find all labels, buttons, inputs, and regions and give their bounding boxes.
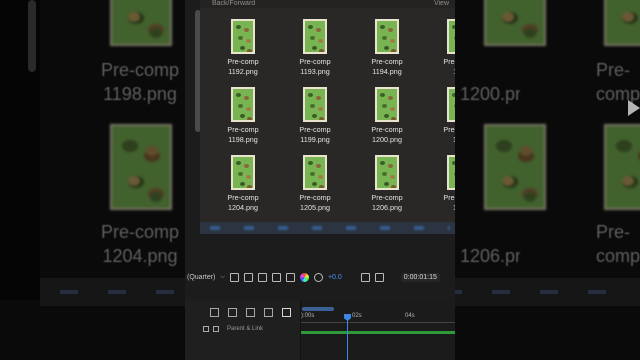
file-thumbnail: [303, 19, 327, 54]
background-scrollbar: [28, 0, 36, 72]
back-forward-label[interactable]: Back/Forward: [212, 0, 255, 8]
finder-header: Back/Forward View: [200, 0, 455, 8]
background-label: Pre-comp 1198.png: [100, 60, 180, 104]
chevron-down-icon[interactable]: ⌵: [220, 274, 225, 281]
file-name: Pre-comp 120: [443, 193, 455, 212]
file-name: Pre-comp 1193.png: [299, 57, 331, 76]
file-thumbnail: [375, 155, 399, 190]
file-item[interactable]: Pre-comp 1206.png: [355, 155, 419, 213]
file-name: Pre-comp 119: [443, 57, 455, 76]
file-thumbnail: [231, 19, 255, 54]
region-of-interest-icon[interactable]: [229, 272, 239, 282]
file-item[interactable]: Pre-comp 1199.png: [283, 87, 347, 145]
file-name: Pre-comp 1205.png: [299, 193, 331, 212]
viewer-toolbar: (Quarter) ⌵ +0.0 0:00:01:15: [185, 268, 455, 286]
file-thumbnail: [447, 155, 455, 190]
background-thumbnail: [484, 124, 546, 210]
exposure-value[interactable]: +0.0: [328, 274, 342, 281]
file-thumbnail: [375, 19, 399, 54]
work-area-bar[interactable]: [302, 307, 334, 311]
background-label: Pre-comp 1204.png: [100, 222, 180, 266]
background-thumbnail: [110, 0, 172, 46]
file-item[interactable]: Pre-comp 1194.png: [355, 19, 419, 77]
mask-visibility-icon[interactable]: [257, 272, 267, 282]
graph-editor-icon[interactable]: [264, 308, 273, 317]
shy-layers-icon[interactable]: [210, 308, 219, 317]
color-management-icon[interactable]: [299, 272, 309, 282]
layer-columns: Parent & Link: [203, 326, 263, 332]
layer-duration-bar[interactable]: [301, 331, 455, 334]
file-name: Pre-comp 1204.png: [227, 193, 259, 212]
file-name: Pre-comp 120: [443, 125, 455, 144]
show-snapshot-icon[interactable]: [374, 272, 384, 282]
file-item[interactable]: Pre-comp 120: [427, 155, 455, 213]
timeline-tools: [210, 308, 291, 317]
file-item[interactable]: Pre-comp 119: [427, 19, 455, 77]
label-column-icon[interactable]: [213, 326, 219, 332]
timeline-track-area[interactable]: ):00s 02s 04s: [301, 300, 455, 360]
file-name: Pre-comp 1198.png: [227, 125, 259, 144]
file-item[interactable]: Pre-comp 1198.png: [211, 87, 275, 145]
file-thumbnail: [447, 19, 455, 54]
file-grid: Pre-comp 1192.png Pre-comp 1193.png Pre-…: [200, 12, 455, 222]
file-name: Pre-comp 1200.png: [371, 125, 403, 144]
file-name: Pre-comp 1199.png: [299, 125, 331, 144]
file-item[interactable]: Pre-comp 1200.png: [355, 87, 419, 145]
file-name: Pre-comp 1194.png: [371, 57, 403, 76]
frame-blending-icon[interactable]: [228, 308, 237, 317]
file-item[interactable]: Pre-comp 1193.png: [283, 19, 347, 77]
background-label: Pre-comp: [596, 60, 640, 104]
channel-icon[interactable]: [285, 272, 295, 282]
transparency-grid-icon[interactable]: [243, 272, 253, 282]
resolution-select[interactable]: (Quarter): [187, 274, 215, 281]
time-ruler[interactable]: ):00s 02s 04s: [301, 313, 455, 323]
file-thumbnail: [303, 155, 327, 190]
file-item[interactable]: Pre-comp 1204.png: [211, 155, 275, 213]
view-label[interactable]: View: [434, 0, 449, 8]
background-thumbnail: [484, 0, 546, 46]
file-item[interactable]: Pre-comp 120: [427, 87, 455, 145]
file-thumbnail: [303, 87, 327, 122]
motion-blur-icon[interactable]: [246, 308, 255, 317]
file-name: Pre-comp 1192.png: [227, 57, 259, 76]
file-name: Pre-comp 1206.png: [371, 193, 403, 212]
ruler-tick-label: ):00s: [301, 313, 315, 319]
background-label: 1206.png: [460, 246, 520, 266]
layer-controls: Parent & Link: [185, 300, 301, 360]
exposure-reset-icon[interactable]: [313, 272, 323, 282]
lock-column-icon[interactable]: [203, 326, 209, 332]
parent-link-header: Parent & Link: [227, 326, 264, 332]
file-item[interactable]: Pre-comp 1205.png: [283, 155, 347, 213]
background-thumbnail: [604, 124, 640, 210]
file-thumbnail: [447, 87, 455, 122]
ruler-tick-label: 04s: [405, 313, 415, 319]
ruler-tick-label: 02s: [352, 313, 362, 319]
current-timecode[interactable]: 0:00:01:15: [400, 272, 440, 282]
timeline-panel: Parent & Link ):00s 02s 04s: [185, 300, 455, 360]
file-item[interactable]: Pre-comp 1192.png: [211, 19, 275, 77]
background-thumbnail: [604, 0, 640, 46]
background-label: 1200.png: [460, 84, 520, 104]
file-thumbnail: [231, 155, 255, 190]
finder-status-strip: [200, 222, 455, 234]
file-thumbnail: [231, 87, 255, 122]
layer-switches-icon[interactable]: [282, 308, 291, 317]
background-thumbnail: [110, 124, 172, 210]
file-thumbnail: [375, 87, 399, 122]
camera-snapshot-icon[interactable]: [360, 272, 370, 282]
guides-icon[interactable]: [271, 272, 281, 282]
